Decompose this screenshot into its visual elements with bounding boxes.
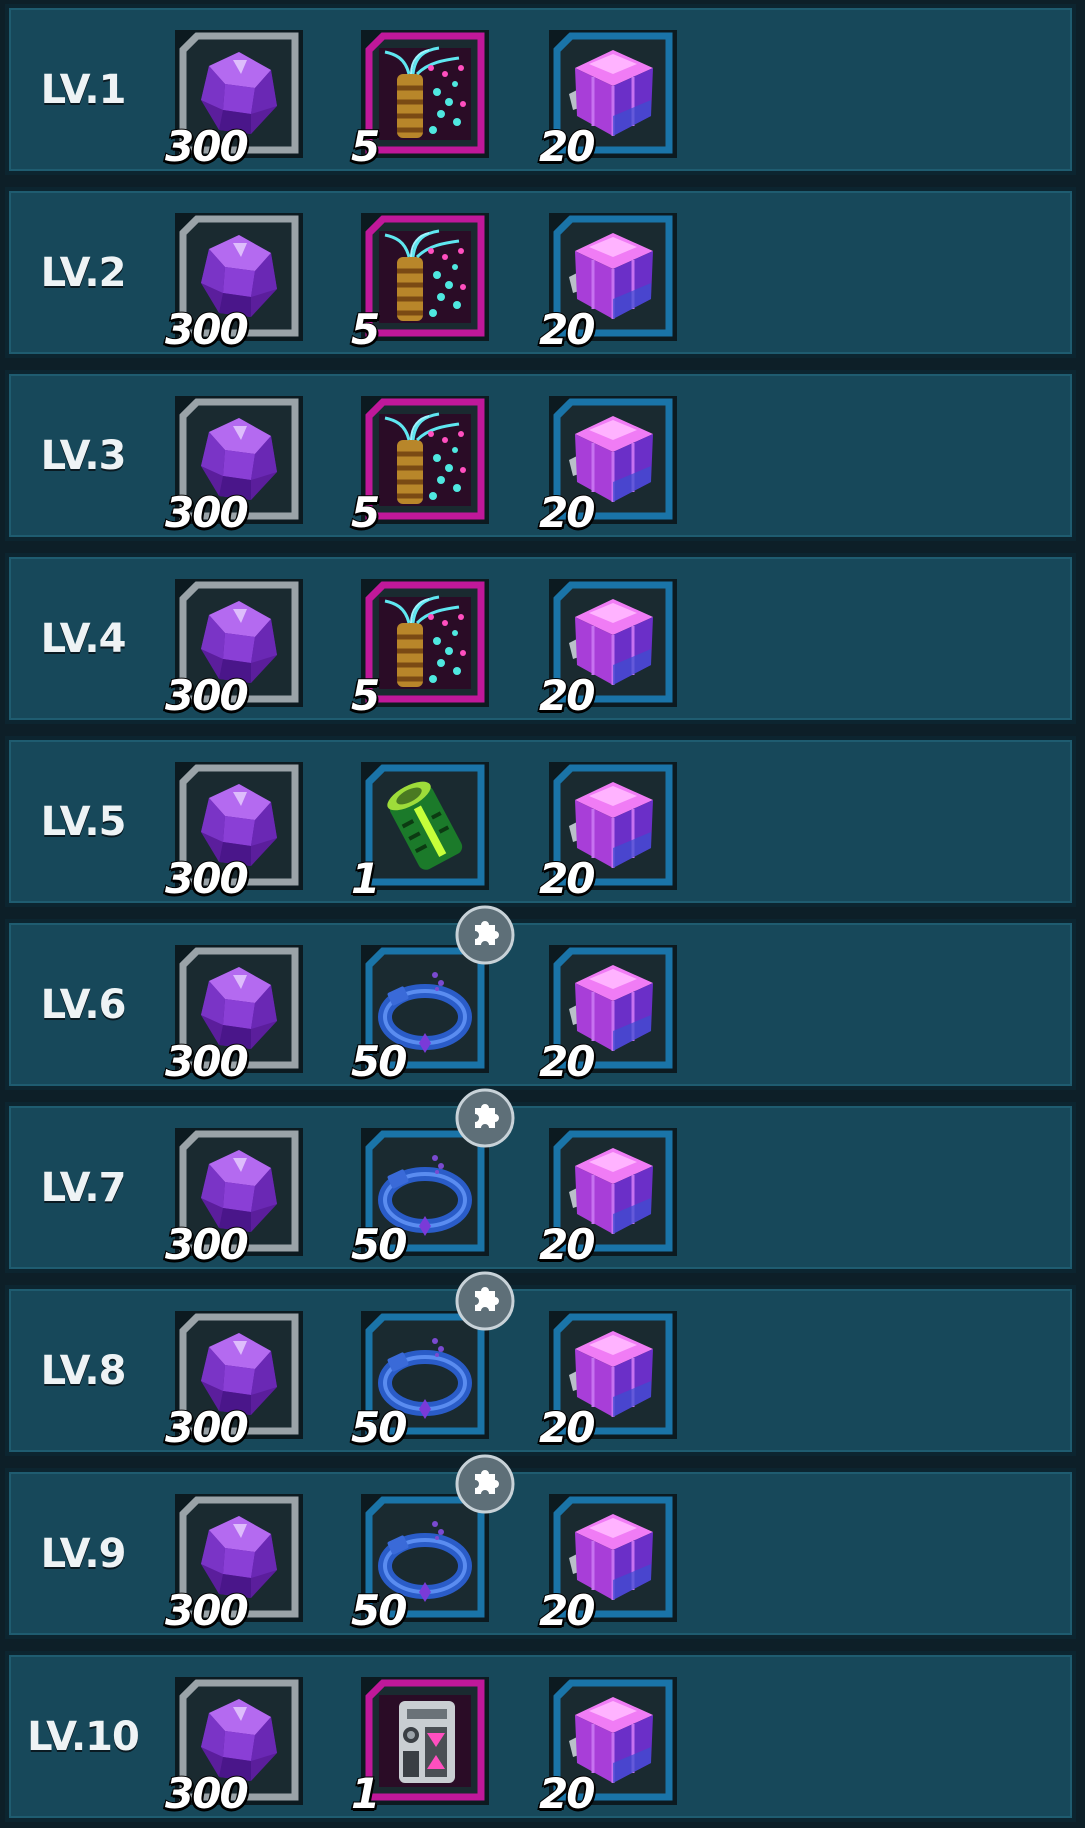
reward-slot[interactable]: 300 xyxy=(164,1677,303,1816)
reward-slot[interactable]: 50 xyxy=(350,1454,515,1633)
reward-slot[interactable]: 20 xyxy=(538,945,677,1084)
level-label: LV.3 xyxy=(40,432,127,479)
reward-slot[interactable]: 300 xyxy=(164,1494,303,1633)
green-canister-icon xyxy=(387,781,463,870)
reward-slot[interactable]: 20 xyxy=(538,1128,677,1267)
reward-quantity: 5 xyxy=(350,671,381,720)
reward-quantity: 20 xyxy=(538,122,596,171)
reward-slot[interactable]: 20 xyxy=(538,1311,677,1450)
reward-slot[interactable]: 50 xyxy=(350,1088,515,1267)
reward-slot[interactable]: 1 xyxy=(350,1677,489,1816)
reward-quantity: 20 xyxy=(538,488,596,537)
reward-quantity: 20 xyxy=(538,1403,596,1452)
reward-slot[interactable]: 300 xyxy=(164,1128,303,1267)
level-label: LV.7 xyxy=(40,1164,127,1211)
reward-quantity: 50 xyxy=(350,1403,408,1452)
level-label: LV.1 xyxy=(40,66,127,113)
reward-slot[interactable]: 20 xyxy=(538,396,677,535)
reward-slot[interactable]: 5 xyxy=(350,579,489,718)
level-row: LV.3 300 5 20 xyxy=(5,370,1076,541)
reward-quantity: 300 xyxy=(164,1403,250,1452)
reward-quantity: 300 xyxy=(164,1769,250,1818)
level-row: LV.9 300 50 20 xyxy=(5,1454,1076,1639)
reward-quantity: 50 xyxy=(350,1037,408,1086)
reward-slot[interactable]: 50 xyxy=(350,905,515,1084)
reward-slot[interactable]: 20 xyxy=(538,579,677,718)
level-label: LV.4 xyxy=(40,615,127,662)
reward-slot[interactable]: 300 xyxy=(164,579,303,718)
level-label: LV.8 xyxy=(40,1347,127,1394)
reward-slot[interactable]: 300 xyxy=(164,30,303,169)
level-label: LV.6 xyxy=(40,981,127,1028)
puzzle-piece-icon xyxy=(455,1088,515,1148)
level-row: LV.1 300 5 20 xyxy=(5,4,1076,175)
reward-quantity: 20 xyxy=(538,1769,596,1818)
reward-quantity: 50 xyxy=(350,1220,408,1269)
reward-quantity: 20 xyxy=(538,671,596,720)
reward-quantity: 1 xyxy=(350,1769,381,1818)
reward-slot[interactable]: 20 xyxy=(538,1494,677,1633)
reward-quantity: 20 xyxy=(538,1586,596,1635)
reward-quantity: 300 xyxy=(164,854,250,903)
level-row: LV.2 300 5 20 xyxy=(5,187,1076,358)
level-label: LV.10 xyxy=(27,1713,140,1760)
reward-slot[interactable]: 300 xyxy=(164,213,303,352)
reward-slot[interactable]: 20 xyxy=(538,1677,677,1816)
reward-slot[interactable]: 300 xyxy=(164,762,303,901)
level-rewards-list: LV.1 300 5 20 LV.2 300 5 20 LV.3 300 5 2… xyxy=(0,0,1085,1828)
reward-slot[interactable]: 300 xyxy=(164,1311,303,1450)
level-row: LV.7 300 50 20 xyxy=(5,1088,1076,1273)
reward-quantity: 300 xyxy=(164,122,250,171)
reward-slot[interactable]: 5 xyxy=(350,396,489,535)
level-row: LV.10 300 1 20 xyxy=(5,1651,1076,1822)
reward-slot[interactable]: 1 xyxy=(350,762,489,901)
reward-quantity: 300 xyxy=(164,671,250,720)
reward-quantity: 5 xyxy=(350,488,381,537)
level-label: LV.5 xyxy=(40,798,127,845)
level-label: LV.9 xyxy=(40,1530,127,1577)
reward-slot[interactable]: 20 xyxy=(538,213,677,352)
reward-slot[interactable]: 50 xyxy=(350,1271,515,1450)
reward-quantity: 300 xyxy=(164,1586,250,1635)
level-row: LV.8 300 50 20 xyxy=(5,1271,1076,1456)
neon-plant-icon xyxy=(379,229,471,323)
reward-quantity: 300 xyxy=(164,1220,250,1269)
neon-plant-icon xyxy=(379,595,471,689)
level-row: LV.5 300 1 20 xyxy=(5,736,1076,907)
reward-quantity: 1 xyxy=(350,854,381,903)
reward-slot[interactable]: 5 xyxy=(350,30,489,169)
puzzle-piece-icon xyxy=(455,905,515,965)
reward-quantity: 300 xyxy=(164,305,250,354)
level-row: LV.4 300 5 20 xyxy=(5,553,1076,724)
reward-quantity: 20 xyxy=(538,1037,596,1086)
level-row: LV.6 300 50 20 xyxy=(5,905,1076,1090)
reward-quantity: 5 xyxy=(350,305,381,354)
reward-slot[interactable]: 20 xyxy=(538,762,677,901)
reward-slot[interactable]: 300 xyxy=(164,945,303,1084)
reward-quantity: 20 xyxy=(538,1220,596,1269)
reward-slot[interactable]: 5 xyxy=(350,213,489,352)
reward-quantity: 20 xyxy=(538,305,596,354)
reward-slot[interactable]: 300 xyxy=(164,396,303,535)
reward-quantity: 20 xyxy=(538,854,596,903)
puzzle-piece-icon xyxy=(455,1454,515,1514)
reward-slot[interactable]: 20 xyxy=(538,30,677,169)
mech-device-icon xyxy=(379,1695,471,1787)
reward-quantity: 50 xyxy=(350,1586,408,1635)
neon-plant-icon xyxy=(379,412,471,506)
reward-quantity: 5 xyxy=(350,122,381,171)
neon-plant-icon xyxy=(379,46,471,140)
level-label: LV.2 xyxy=(40,249,127,296)
reward-quantity: 300 xyxy=(164,1037,250,1086)
reward-quantity: 300 xyxy=(164,488,250,537)
puzzle-piece-icon xyxy=(455,1271,515,1331)
